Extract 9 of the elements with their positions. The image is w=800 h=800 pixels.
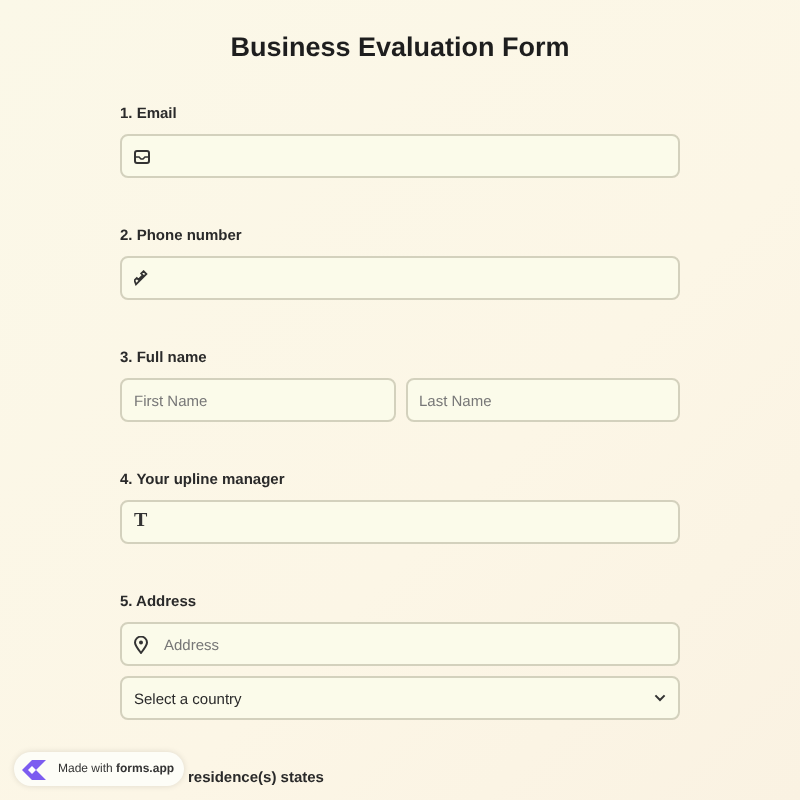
input-field[interactable]: T bbox=[120, 500, 680, 544]
location-pin-icon bbox=[134, 635, 148, 653]
form-title: Business Evaluation Form bbox=[228, 30, 572, 66]
input-field[interactable] bbox=[120, 256, 680, 300]
logo-icon bbox=[20, 757, 48, 781]
text-icon: T bbox=[134, 512, 148, 532]
mail-icon bbox=[134, 149, 150, 163]
input-field[interactable] bbox=[120, 134, 680, 178]
chevron-down-icon bbox=[654, 694, 666, 702]
